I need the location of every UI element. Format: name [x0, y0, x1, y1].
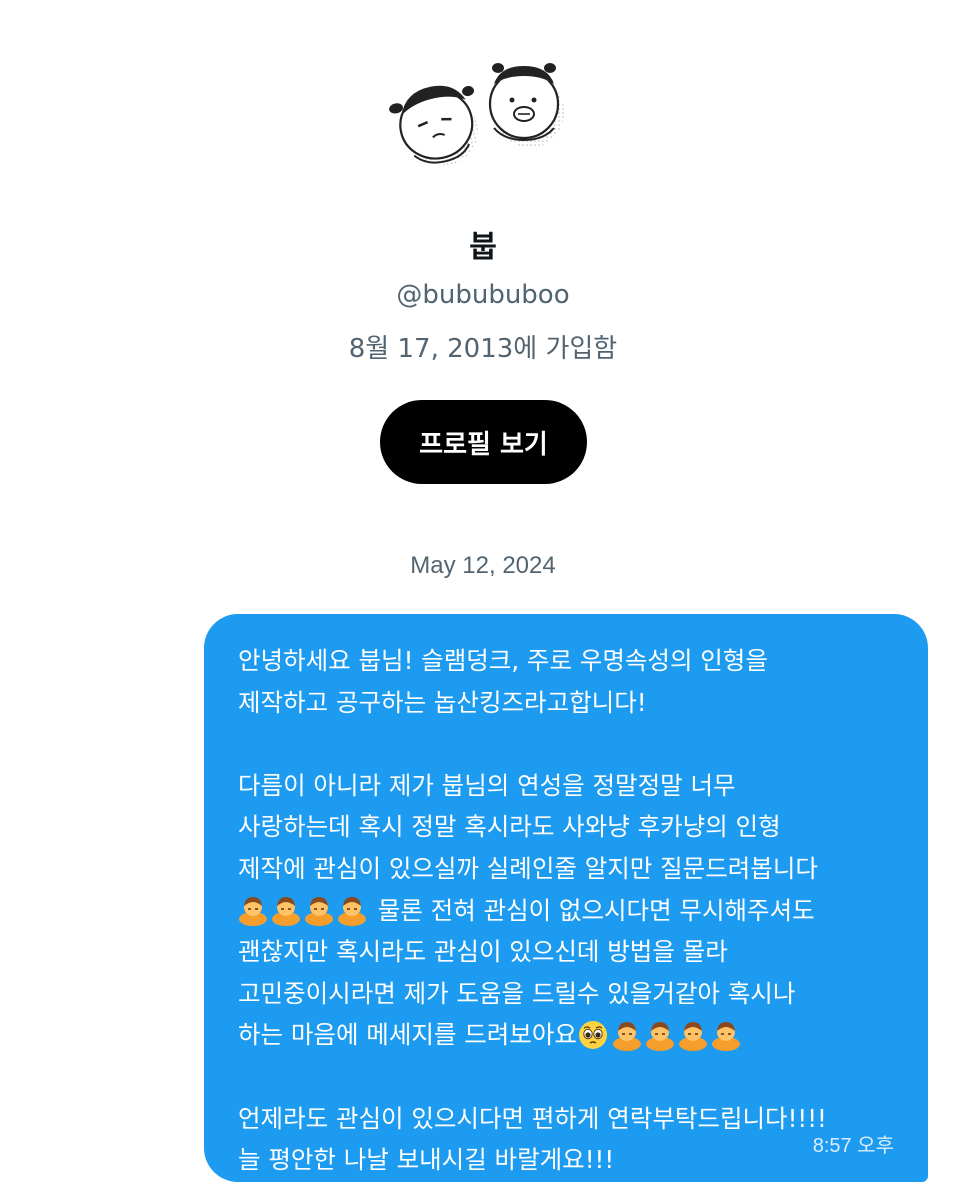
- person-bowing-icon: [338, 897, 366, 927]
- person-bowing-icon: [711, 1022, 740, 1052]
- message-line: 사랑하는데 혹시 정말 혹시라도 사와냥 후카냥의 인형: [238, 806, 904, 848]
- message-line: 다름이 아니라 제가 붑님의 연성을 정말정말 너무: [238, 765, 904, 807]
- message-bubble[interactable]: 안녕하세요 붑님! 슬램덩크, 주로 우명속성의 인형을 제작하고 공구하는 놉…: [204, 614, 928, 1182]
- message-text: 언제라도 관심이 있으시다면 편하게 연락부탁드립니다!!!!: [238, 1103, 827, 1133]
- user-handle: @bubububoo: [396, 280, 570, 310]
- message-text: 다름이 아니라 제가 붑님의 연성을 정말정말 너무: [238, 770, 736, 800]
- person-bowing-icon: [305, 897, 333, 927]
- message-line: 제작에 관심이 있으실까 실례인줄 알지만 질문드려봅니다: [238, 848, 904, 890]
- avatar[interactable]: [378, 28, 588, 178]
- join-date: 8월 17, 2013에 가입함: [348, 334, 618, 364]
- message-line: 괜찮지만 혹시라도 관심이 있으신데 방법을 몰라: [238, 931, 904, 973]
- message-line: 고민중이시라면 제가 도움을 드릴수 있을거같아 혹시나: [238, 973, 904, 1015]
- person-bowing-icon: [645, 1022, 674, 1052]
- display-name: 붑: [469, 230, 497, 265]
- message-text: 사랑하는데 혹시 정말 혹시라도 사와냥 후카냥의 인형: [238, 812, 781, 842]
- message-text: 괜찮지만 혹시라도 관심이 있으신데 방법을 몰라: [238, 937, 728, 967]
- message-line: 제작하고 공구하는 놉산킹즈라고합니다!: [238, 682, 904, 724]
- message-text: 늘 평안한 나날 보내시길 바랄게요!!!: [238, 1145, 615, 1175]
- message-text: 물론 전혀 관심이 없으시다면 무시해주셔도: [370, 895, 815, 925]
- message-text: 제작하고 공구하는 놉산킹즈라고합니다!: [238, 687, 647, 717]
- date-separator: May 12, 2024: [410, 552, 556, 579]
- person-bowing-icon: [612, 1022, 641, 1052]
- view-profile-button[interactable]: 프로필 보기: [380, 400, 587, 484]
- message-text: 하는 마음에 메세지를 드려보아요: [238, 1020, 577, 1050]
- person-bowing-icon: [678, 1022, 707, 1052]
- pleading-face-icon: [578, 1021, 607, 1050]
- message-line: 안녕하세요 붑님! 슬램덩크, 주로 우명속성의 인형을: [238, 640, 904, 682]
- message-line: 하는 마음에 메세지를 드려보아요: [238, 1014, 904, 1056]
- message-text: 고민중이시라면 제가 도움을 드릴수 있을거같아 혹시나: [238, 978, 796, 1008]
- profile-header: 붑 @bubububoo 8월 17, 2013에 가입함 프로필 보기: [0, 0, 966, 500]
- person-bowing-icon: [239, 897, 267, 927]
- message-text: 안녕하세요 붑님! 슬램덩크, 주로 우명속성의 인형을: [238, 646, 768, 675]
- person-bowing-icon: [272, 897, 300, 927]
- message-line: 언제라도 관심이 있으시다면 편하게 연락부탁드립니다!!!!: [238, 1098, 904, 1140]
- message-text: 제작에 관심이 있으실까 실례인줄 알지만 질문드려봅니다: [238, 853, 818, 883]
- message-line: 물론 전혀 관심이 없으시다면 무시해주셔도: [238, 890, 904, 932]
- message-line: 늘 평안한 나날 보내시길 바랄게요!!!: [238, 1139, 904, 1181]
- message-timestamp: 8:57 오후: [812, 1135, 894, 1157]
